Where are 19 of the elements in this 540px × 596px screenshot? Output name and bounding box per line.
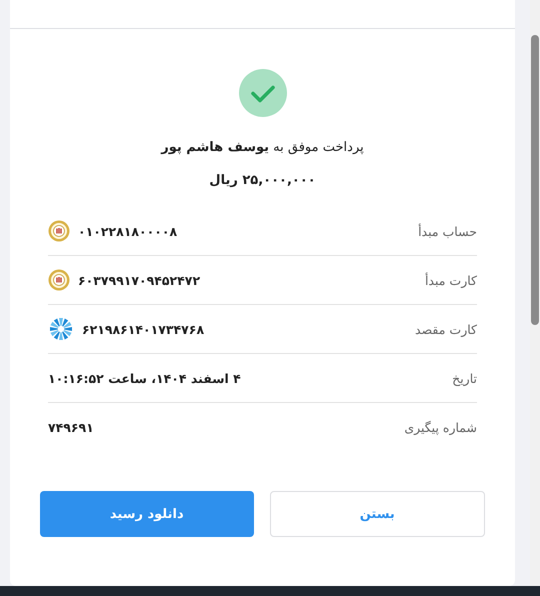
checkmark-icon [238, 69, 286, 117]
emblem-icon [48, 269, 70, 291]
field-value: ۶۰۳۷۹۹۱۷۰۹۴۵۲۴۷۲ [78, 272, 200, 288]
field-label: شماره پیگیری [404, 420, 477, 434]
field-value: ۷۴۹۶۹۱ [48, 420, 94, 434]
scrollbar[interactable] [530, 0, 540, 586]
close-button[interactable]: بستن [270, 491, 485, 537]
field-value: ۶۲۱۹۸۶۱۴۰۱۷۳۴۷۶۸ [82, 322, 204, 336]
field-value: ۰۱۰۲۲۸۱۸۰۰۰۰۸ [78, 224, 178, 238]
emblem-icon [48, 220, 70, 242]
payment-title: پرداخت موفق به یوسف هاشم پور [161, 139, 364, 157]
field-value: ۴ اسفند ۱۴۰۴، ساعت ۱۰:۱۶:۵۲ [48, 370, 241, 386]
payment-amount: ۲۵,۰۰۰,۰۰۰ ریال [209, 172, 316, 190]
flower-icon [48, 317, 74, 341]
field-label: تاریخ [452, 370, 477, 386]
download-button[interactable]: دانلود رسید [40, 491, 254, 537]
field-label: حساب مبدأ [418, 224, 477, 238]
field-label: کارت مبدأ [424, 272, 477, 288]
field-label: کارت مقصد [415, 322, 477, 336]
